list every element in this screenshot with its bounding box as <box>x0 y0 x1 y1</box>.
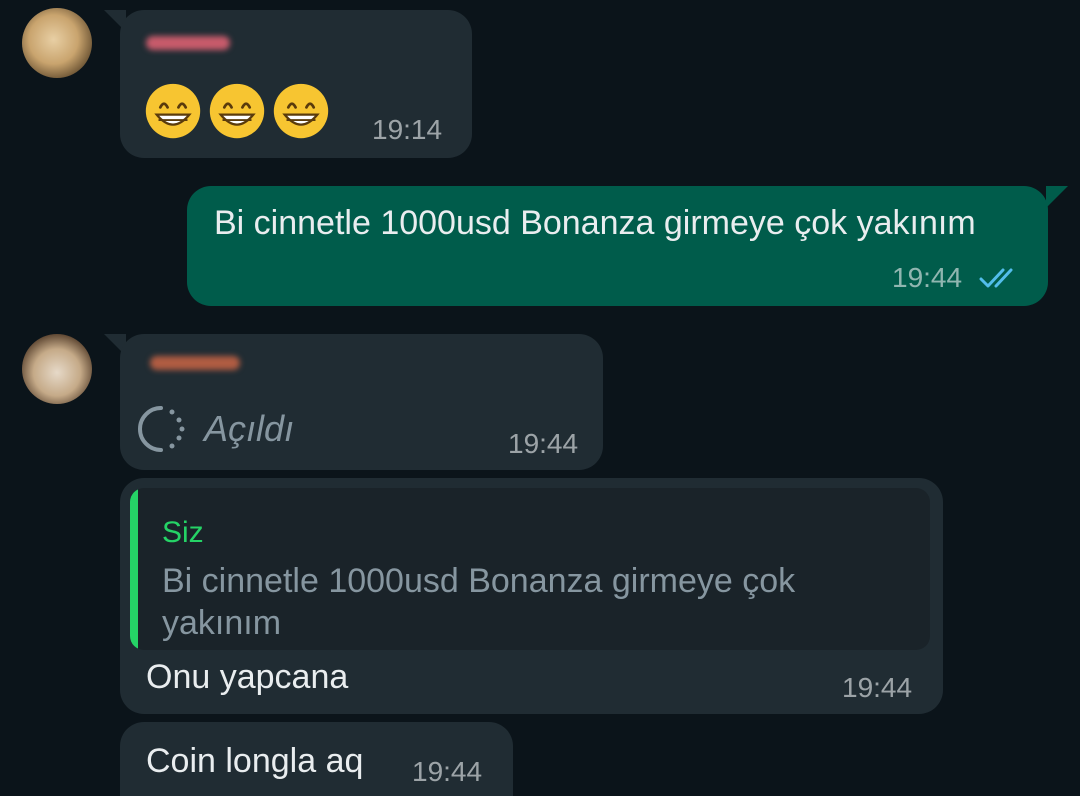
message-bubble-outgoing[interactable]: Bi cinnetle 1000usd Bonanza girmeye çok … <box>187 186 1048 306</box>
message-text: Onu yapcana <box>146 658 349 696</box>
sender-avatar[interactable] <box>22 334 92 404</box>
message-time: 19:44 <box>508 428 579 459</box>
message-bubble-emoji[interactable]: 😁 19:14 <box>120 10 472 158</box>
message-time: 19:14 <box>372 114 443 145</box>
grinning-face-emoji-icon <box>209 83 265 139</box>
grinning-face-emoji-icon <box>273 83 329 139</box>
quote-text-line-2: yakınım <box>162 604 282 642</box>
quoted-message[interactable]: Siz Bi cinnetle 1000usd Bonanza girmeye … <box>130 488 930 650</box>
message-time: 19:44 <box>412 756 483 787</box>
sender-avatar[interactable] <box>22 8 92 78</box>
sender-name-redacted <box>146 36 230 50</box>
message-text: Bi cinnetle 1000usd Bonanza girmeye çok … <box>214 204 976 242</box>
message-time: 19:44 <box>842 672 913 703</box>
view-once-status: Açıldı <box>204 408 295 449</box>
sender-name-redacted <box>150 356 240 370</box>
quote-accent-bar <box>130 488 138 650</box>
message-bubble-text[interactable]: Coin longla aq 19:44 <box>120 722 513 796</box>
grinning-face-emoji-icon <box>145 83 201 139</box>
quote-sender: Siz <box>162 516 204 549</box>
quote-text-line-1: Bi cinnetle 1000usd Bonanza girmeye çok <box>162 562 796 600</box>
message-text: Coin longla aq <box>146 742 364 780</box>
message-bubble-view-once[interactable]: Açıldı 19:44 <box>120 334 603 470</box>
bubble-tail <box>1046 186 1068 208</box>
view-once-icon <box>138 406 185 452</box>
chat-view: 😁 19:14 Bi cinnetle 1000usd Bonanza girm… <box>0 0 1080 796</box>
message-time: 19:44 <box>892 262 963 293</box>
read-receipt-double-check-icon <box>979 268 1013 288</box>
message-bubble-reply[interactable]: Siz Bi cinnetle 1000usd Bonanza girmeye … <box>120 478 943 714</box>
